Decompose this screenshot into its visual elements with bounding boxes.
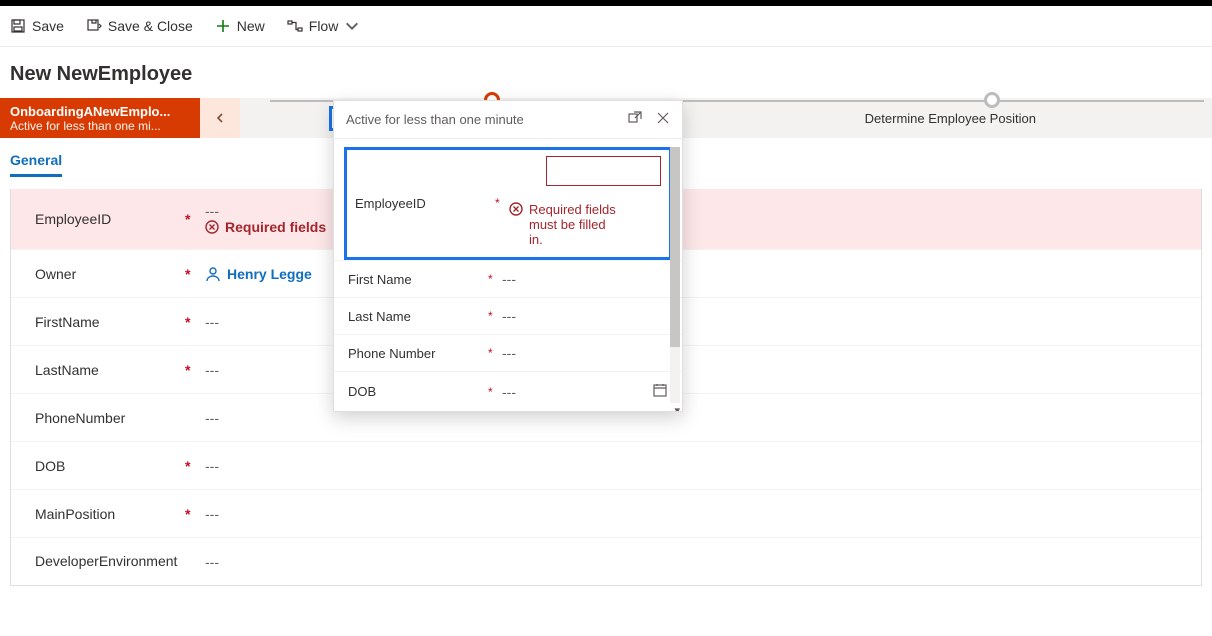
plus-icon <box>215 18 231 34</box>
label-devenv: DeveloperEnvironment <box>35 553 185 570</box>
popout-button[interactable] <box>628 111 642 128</box>
flyout-employeeid-input[interactable] <box>546 156 661 186</box>
bpf-process-sub: Active for less than one mi... <box>10 119 190 133</box>
calendar-icon <box>652 382 668 398</box>
flyout-row-lastname[interactable]: Last Name * --- <box>334 297 682 334</box>
value-mainposition: --- <box>205 506 1177 522</box>
flyout-title: Active for less than one minute <box>346 112 524 127</box>
save-icon <box>10 18 26 34</box>
save-button[interactable]: Save <box>10 18 64 34</box>
flyout-scrollbar[interactable] <box>670 147 680 403</box>
flyout-employeeid-error-text: Required fields must be filled in. <box>529 202 619 247</box>
page-title: New NewEmployee <box>0 47 1212 98</box>
new-button[interactable]: New <box>215 18 265 34</box>
flyout-scroll-thumb[interactable] <box>670 147 680 347</box>
bpf-collapse-button[interactable] <box>200 98 240 138</box>
required-marker: * <box>185 314 205 330</box>
label-owner: Owner <box>35 266 185 282</box>
required-marker: * <box>495 196 509 210</box>
label-mainposition: MainPosition <box>35 506 185 522</box>
flyout-value-dob: --- <box>502 384 652 400</box>
flyout-label-dob: DOB <box>348 384 488 399</box>
chevron-left-icon <box>214 112 226 124</box>
flyout-employeeid-error: Required fields must be filled in. <box>509 202 661 247</box>
row-dob[interactable]: DOB * --- <box>11 441 1201 489</box>
label-phone: PhoneNumber <box>35 410 185 426</box>
error-icon <box>509 202 523 216</box>
bpf-process-name: OnboardingANewEmplo... <box>10 104 190 119</box>
chevron-down-icon <box>344 18 360 34</box>
save-label: Save <box>32 18 64 34</box>
row-devenv[interactable]: DeveloperEnvironment --- <box>11 537 1201 585</box>
bpf-process-chip[interactable]: OnboardingANewEmplo... Active for less t… <box>0 98 200 138</box>
row-mainposition[interactable]: MainPosition * --- <box>11 489 1201 537</box>
flyout-scroll-down[interactable]: ▾ <box>674 404 680 411</box>
person-icon <box>205 266 221 282</box>
employeeid-error-text: Required fields <box>225 219 326 235</box>
bpf-node-future[interactable] <box>984 92 1000 108</box>
flyout-label-firstname: First Name <box>348 272 488 287</box>
save-close-button[interactable]: Save & Close <box>86 18 193 34</box>
value-dob: --- <box>205 458 1177 474</box>
flow-label: Flow <box>309 18 339 34</box>
save-close-icon <box>86 18 102 34</box>
flyout-value-phone: --- <box>502 345 668 361</box>
flyout-row-phone[interactable]: Phone Number * --- <box>334 334 682 371</box>
flyout-row-firstname[interactable]: First Name * --- <box>334 260 682 297</box>
save-close-label: Save & Close <box>108 18 193 34</box>
required-marker: * <box>185 266 205 282</box>
close-button[interactable] <box>656 111 670 128</box>
flyout-label-lastname: Last Name <box>348 309 488 324</box>
flow-button[interactable]: Flow <box>287 18 361 34</box>
flyout-body: EmployeeID * Required fields must be fil… <box>334 139 682 411</box>
bpf-stage-future-label: Determine Employee Position <box>865 111 1036 126</box>
required-marker: * <box>185 458 205 474</box>
flyout-employeeid-highlight: EmployeeID * Required fields must be fil… <box>344 147 672 260</box>
owner-name: Henry Legge <box>227 266 312 282</box>
command-bar: Save Save & Close New Flow <box>0 6 1212 46</box>
flyout-value-firstname: --- <box>502 271 668 287</box>
value-devenv: --- <box>205 554 1177 570</box>
label-employeeid: EmployeeID <box>35 211 185 227</box>
error-icon <box>205 220 219 234</box>
flyout-value-lastname: --- <box>502 308 668 324</box>
label-dob: DOB <box>35 458 185 474</box>
required-marker: * <box>185 506 205 522</box>
flyout-label-employeeid: EmployeeID <box>355 196 495 211</box>
required-marker: * <box>488 309 502 323</box>
required-marker: * <box>185 211 205 227</box>
flyout-header: Active for less than one minute <box>334 101 682 139</box>
bpf-stage-future[interactable]: Determine Employee Position <box>689 98 1212 138</box>
flyout-row-dob[interactable]: DOB * --- <box>334 371 682 411</box>
required-marker: * <box>488 346 502 360</box>
popout-icon <box>628 111 642 125</box>
tab-general[interactable]: General <box>10 152 62 177</box>
required-marker: * <box>488 272 502 286</box>
flow-icon <box>287 18 303 34</box>
required-marker: * <box>488 385 502 399</box>
new-label: New <box>237 18 265 34</box>
stage-flyout: Active for less than one minute Employee… <box>333 100 683 412</box>
close-icon <box>656 111 670 125</box>
calendar-button[interactable] <box>652 382 668 401</box>
required-marker: * <box>185 362 205 378</box>
flyout-label-phone: Phone Number <box>348 346 488 361</box>
label-lastname: LastName <box>35 362 185 378</box>
label-firstname: FirstName <box>35 314 185 330</box>
